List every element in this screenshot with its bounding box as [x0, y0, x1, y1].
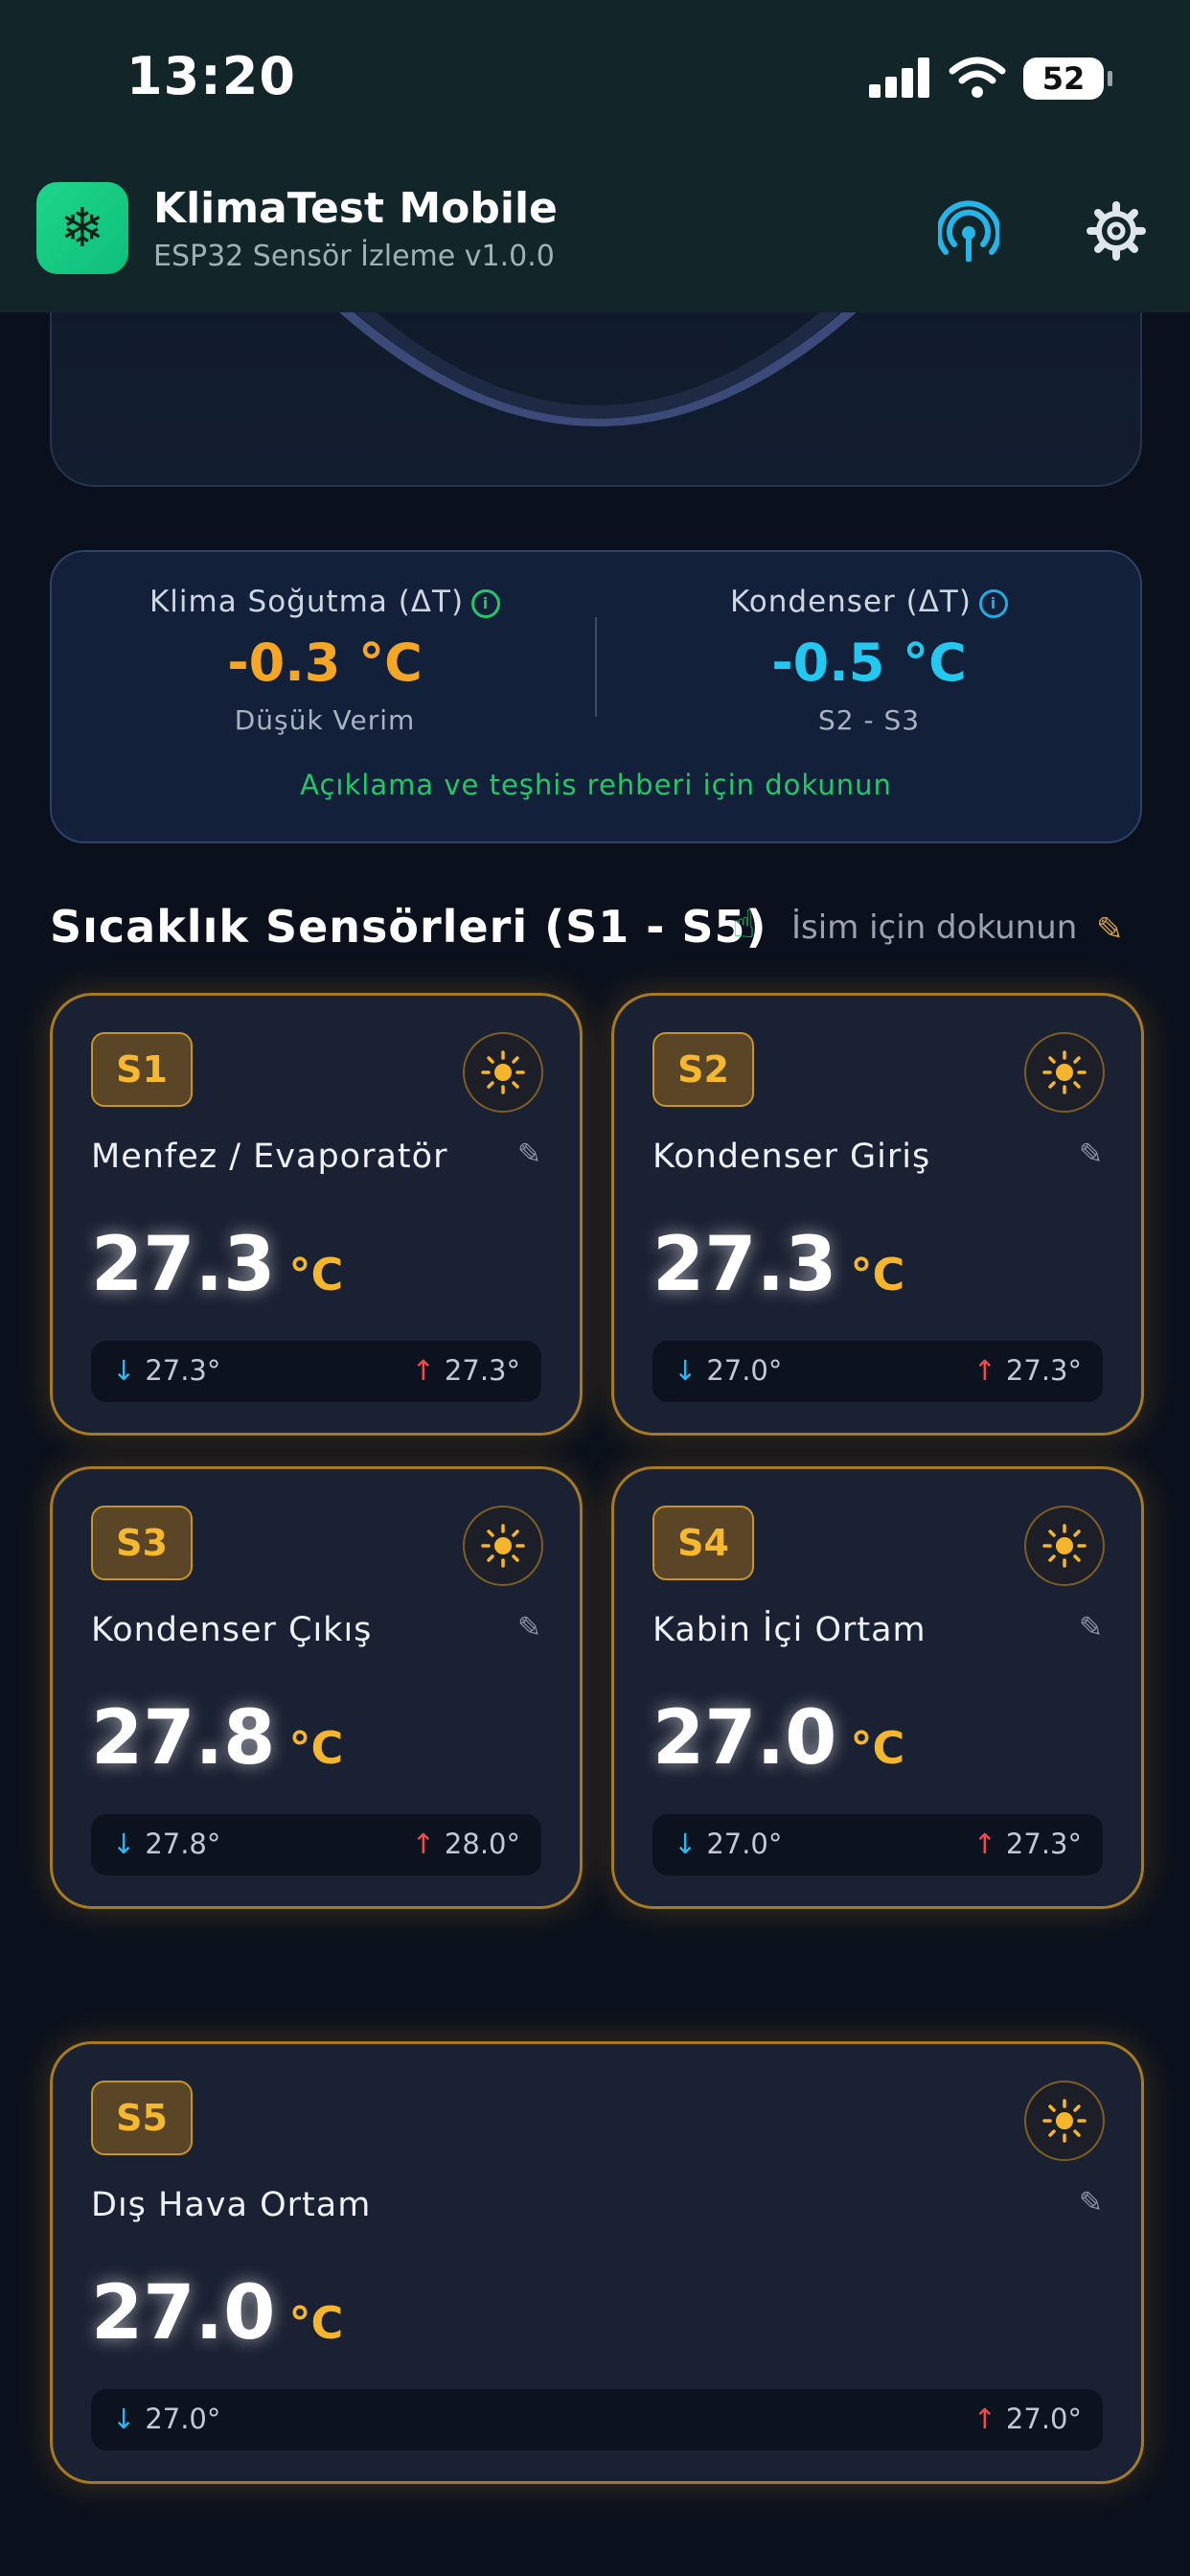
arrow-up-icon: ↑: [411, 1354, 435, 1387]
condenser-delta-sensors: S2 - S3: [817, 704, 921, 736]
connection-button[interactable]: [935, 197, 1002, 264]
arrow-up-icon: ↑: [411, 1828, 435, 1860]
edit-pencil-icon[interactable]: ✎: [1079, 2186, 1103, 2220]
condenser-delta-title: Kondenser (ΔT): [730, 585, 972, 619]
max-temperature: 28.0°: [444, 1828, 520, 1860]
delta-summary-card[interactable]: Klima Soğutma (ΔT) i -0.3 °C Düşük Verim …: [50, 550, 1142, 843]
arrow-up-icon: ↑: [973, 1828, 996, 1860]
sensor-temperature: 27.0: [652, 1695, 837, 1782]
min-temperature: 27.0°: [706, 1354, 783, 1387]
app-title: KlimaTest Mobile: [153, 184, 558, 233]
app-subtitle: ESP32 Sensör İzleme v1.0.0: [153, 240, 555, 273]
tap-hand-icon: ☝: [732, 903, 756, 947]
info-icon[interactable]: i: [471, 588, 501, 618]
gauge-arc: [326, 297, 870, 426]
sun-icon: [463, 1032, 543, 1113]
max-temperature: 27.3°: [1005, 1354, 1082, 1387]
sensor-name[interactable]: Menfez / Evaporatör: [91, 1138, 447, 1176]
arrow-down-icon: ↓: [112, 1354, 136, 1387]
temperature-unit: °C: [288, 1249, 344, 1300]
sun-icon: [463, 1506, 543, 1586]
min-temperature: 27.0°: [145, 2403, 221, 2435]
sensor-card-s1[interactable]: S1 Menfez / Evaporatör ✎ 27.3 °C ↓ 27.3° …: [50, 993, 583, 1436]
edit-pencil-icon[interactable]: ✎: [1079, 1138, 1103, 1171]
sensor-card-s2[interactable]: S2 Kondenser Giriş ✎ 27.3 °C ↓ 27.0° ↑ 27.…: [611, 993, 1144, 1436]
cooling-delta-status: Düşük Verim: [234, 704, 416, 736]
min-temperature: 27.0°: [706, 1828, 783, 1860]
sensor-badge: S3: [91, 1506, 193, 1580]
info-icon[interactable]: i: [978, 588, 1008, 618]
sun-icon: [1024, 1032, 1105, 1113]
cellular-signal-icon: [869, 58, 930, 98]
min-temperature: 27.8°: [145, 1828, 221, 1860]
sensor-name[interactable]: Kabin İçi Ortam: [652, 1611, 927, 1649]
app-header: 13:20 52 ❄ KlimaTest Mobile ESP32 Sensör…: [0, 0, 1190, 312]
sun-icon: [1024, 2081, 1105, 2161]
temperature-unit: °C: [288, 1722, 344, 1774]
temperature-unit: °C: [850, 1722, 905, 1774]
sensor-temperature: 27.0: [91, 2270, 276, 2357]
sensor-temperature: 27.3: [91, 1222, 276, 1308]
condenser-delta: Kondenser (ΔT) i -0.5 °C S2 - S3: [606, 585, 1133, 736]
sensor-card-s5[interactable]: S5 Dış Hava Ortam ✎ 27.0 °C ↓ 27.0° ↑ 27.0…: [50, 2041, 1144, 2484]
arrow-up-icon: ↑: [973, 2403, 996, 2435]
arrow-down-icon: ↓: [112, 1828, 136, 1860]
cooling-delta-value: -0.3 °C: [227, 632, 423, 693]
cooling-delta: Klima Soğutma (ΔT) i -0.3 °C Düşük Verim: [61, 585, 588, 736]
min-max-bar: ↓ 27.0° ↑ 27.3°: [652, 1814, 1103, 1875]
sensor-temperature: 27.3: [652, 1222, 837, 1308]
edit-pencil-icon[interactable]: ✎: [517, 1611, 541, 1644]
gear-icon: [1087, 201, 1146, 261]
sensor-badge: S1: [91, 1032, 193, 1107]
sensor-temperature: 27.8: [91, 1695, 276, 1782]
divider: [595, 617, 597, 717]
temperature-unit: °C: [850, 1249, 905, 1300]
sensor-badge: S4: [652, 1506, 754, 1580]
max-temperature: 27.3°: [1005, 1828, 1082, 1860]
max-temperature: 27.3°: [444, 1354, 520, 1387]
edit-pencil-icon[interactable]: ✎: [1079, 1611, 1103, 1644]
min-max-bar: ↓ 27.0° ↑ 27.0°: [91, 2389, 1103, 2450]
battery-icon: 52: [1023, 58, 1112, 100]
arrow-up-icon: ↑: [973, 1354, 996, 1387]
arrow-down-icon: ↓: [674, 1828, 698, 1860]
arrow-down-icon: ↓: [674, 1354, 698, 1387]
sensor-card-s4[interactable]: S4 Kabin İçi Ortam ✎ 27.0 °C ↓ 27.0° ↑ 27.…: [611, 1466, 1144, 1909]
min-max-bar: ↓ 27.8° ↑ 28.0°: [91, 1814, 541, 1875]
arrow-down-icon: ↓: [112, 2403, 136, 2435]
condenser-delta-value: -0.5 °C: [771, 632, 967, 693]
min-max-bar: ↓ 27.0° ↑ 27.3°: [652, 1341, 1103, 1402]
cooling-delta-title: Klima Soğutma (ΔT): [149, 585, 465, 619]
sensor-badge: S2: [652, 1032, 754, 1107]
delta-help-link[interactable]: Açıklama ve teşhis rehberi için dokunun: [52, 769, 1140, 801]
snowflake-icon: ❄: [36, 182, 128, 274]
temperature-unit: °C: [288, 2297, 344, 2349]
sensor-name[interactable]: Kondenser Çıkış: [91, 1611, 372, 1649]
sun-icon: [1024, 1506, 1105, 1586]
min-max-bar: ↓ 27.3° ↑ 27.3°: [91, 1341, 541, 1402]
section-title: Sıcaklık Sensörleri (S1 - S5): [50, 901, 767, 953]
min-temperature: 27.3°: [145, 1354, 221, 1387]
section-hint: İsim için dokunun: [791, 908, 1078, 947]
max-temperature: 27.0°: [1005, 2403, 1082, 2435]
sensor-badge: S5: [91, 2081, 193, 2155]
sensor-name[interactable]: Dış Hava Ortam: [91, 2186, 371, 2224]
sensor-card-s3[interactable]: S3 Kondenser Çıkış ✎ 27.8 °C ↓ 27.8° ↑ 28.…: [50, 1466, 583, 1909]
settings-button[interactable]: [1083, 197, 1150, 264]
sensor-name[interactable]: Kondenser Giriş: [652, 1138, 930, 1176]
edit-pencil-icon[interactable]: ✎: [517, 1138, 541, 1171]
broadcast-icon: [938, 200, 999, 262]
status-time: 13:20: [126, 46, 296, 106]
pencil-icon: ✎: [1096, 910, 1124, 949]
wifi-icon: [949, 57, 1006, 98]
